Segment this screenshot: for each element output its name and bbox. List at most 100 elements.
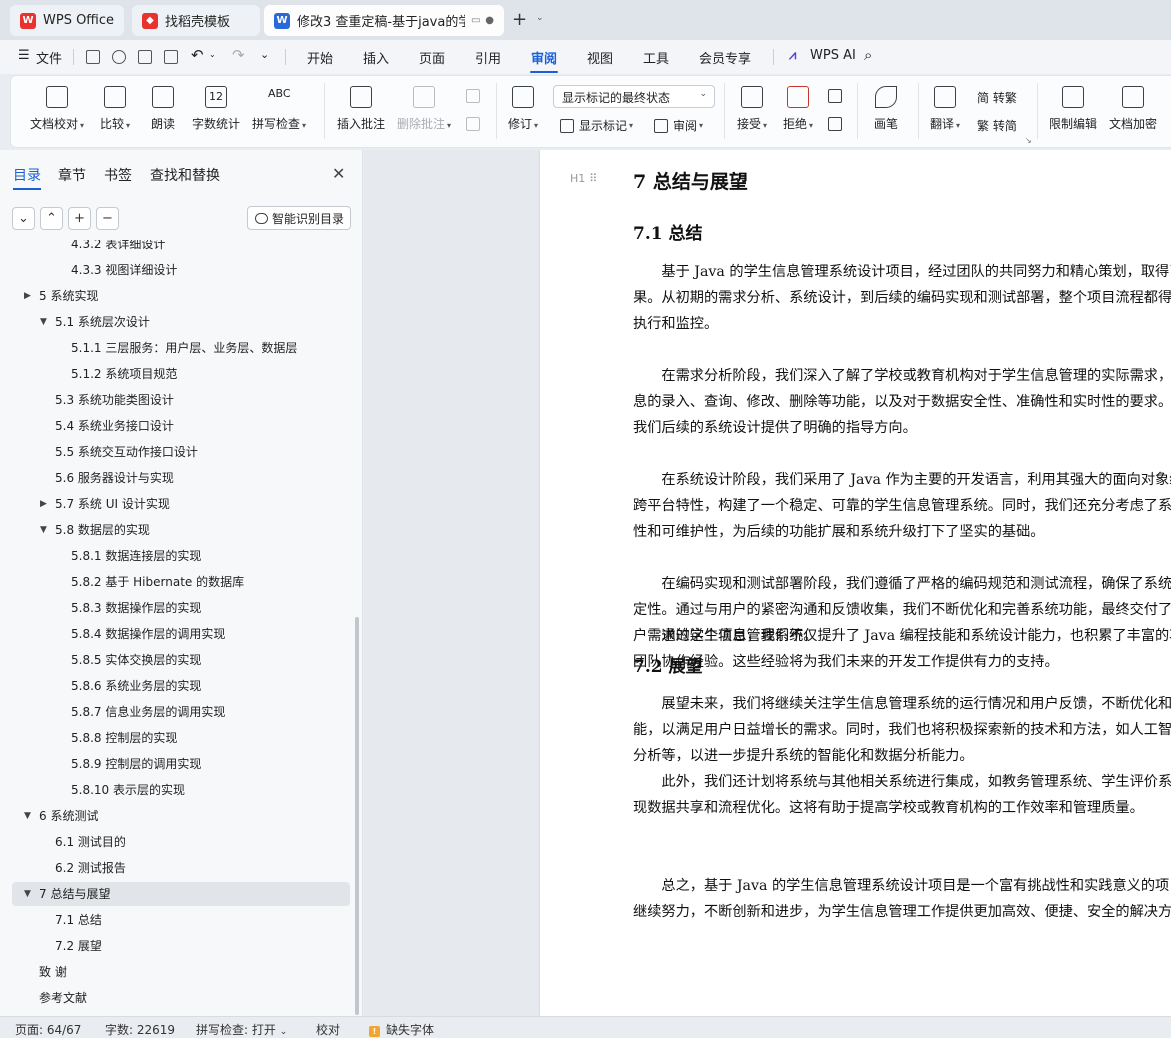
- word-count-button[interactable]: 12 字数统计: [192, 86, 240, 132]
- translate-button[interactable]: 翻译 ▾: [930, 86, 960, 132]
- share-icon[interactable]: [112, 50, 126, 64]
- tab-docer[interactable]: ◆ 找稻壳模板: [132, 5, 260, 36]
- to-simplified-button[interactable]: 繁 转简: [977, 117, 1017, 134]
- menu-tools[interactable]: 工具: [643, 48, 669, 67]
- spell-check-button[interactable]: ABC 拼写检查 ▾: [252, 86, 306, 132]
- proof-status[interactable]: 校对: [316, 1021, 340, 1038]
- next-comment-button[interactable]: [466, 117, 485, 131]
- toc-item[interactable]: 6.2 测试报告: [12, 856, 350, 880]
- show-markup-button[interactable]: 显示标记 ▾: [560, 117, 633, 134]
- print-preview-icon[interactable]: [164, 50, 178, 64]
- toc-item[interactable]: 4.3.3 视图详细设计: [12, 258, 350, 282]
- prev-comment-button[interactable]: [466, 89, 485, 103]
- prev-revision-button[interactable]: [828, 89, 847, 103]
- toc-item[interactable]: 5.3 系统功能类图设计: [12, 388, 350, 412]
- restrict-edit-button[interactable]: 限制编辑: [1049, 86, 1097, 132]
- menu-reference[interactable]: 引用: [475, 48, 501, 67]
- close-icon[interactable]: ✕: [332, 164, 345, 183]
- delete-comment-button[interactable]: 删除批注 ▾: [397, 86, 451, 132]
- toc-item[interactable]: ▼ 5.1 系统层次设计: [12, 310, 350, 334]
- smart-toc-button[interactable]: 智能识别目录: [247, 206, 351, 230]
- heading-handle-icon[interactable]: H1 ⠿: [570, 172, 597, 185]
- remove-heading-button[interactable]: −: [96, 207, 119, 230]
- compare-button[interactable]: 比较 ▾: [100, 86, 130, 132]
- tab-document[interactable]: W 修改3 查重定稿-基于java的学 ▭ ●: [264, 5, 504, 36]
- toc-item[interactable]: 5.8.4 数据操作层的调用实现: [12, 622, 350, 646]
- toc-item[interactable]: ▶ 5 系统实现: [12, 284, 350, 308]
- insert-comment-button[interactable]: 插入批注: [337, 86, 385, 132]
- review-pane-button[interactable]: 审阅 ▾: [654, 117, 703, 134]
- toc-item[interactable]: 7.1 总结: [12, 908, 350, 932]
- menu-insert[interactable]: 插入: [363, 48, 389, 67]
- to-traditional-button[interactable]: 简 转繁: [977, 89, 1017, 106]
- expand-up-button[interactable]: ⌃: [40, 207, 63, 230]
- revise-button[interactable]: 修订 ▾: [508, 86, 538, 132]
- encrypt-button[interactable]: 文档加密: [1109, 86, 1157, 132]
- toc-item[interactable]: 5.5 系统交互动作接口设计: [12, 440, 350, 464]
- menu-file[interactable]: 文件: [36, 48, 62, 67]
- nav-tab-bookmarks[interactable]: 书签: [104, 165, 132, 185]
- toc-item[interactable]: 5.8.6 系统业务层的实现: [12, 674, 350, 698]
- read-aloud-button[interactable]: 朗读: [151, 86, 175, 132]
- toc-item[interactable]: 参考文献: [12, 986, 350, 1010]
- menu-page[interactable]: 页面: [419, 48, 445, 67]
- spell-check-status[interactable]: 拼写检查: 打开 ⌄: [196, 1021, 287, 1038]
- toc-item[interactable]: 6.1 测试目的: [12, 830, 350, 854]
- toc-item[interactable]: ▶ 5.7 系统 UI 设计实现: [12, 492, 350, 516]
- toc-item[interactable]: 5.8.10 表示层的实现: [12, 778, 350, 802]
- toc-item[interactable]: 5.1.2 系统项目规范: [12, 362, 350, 386]
- tab-close-icon[interactable]: ●: [485, 15, 494, 26]
- menu-member[interactable]: 会员专享: [699, 48, 751, 67]
- new-tab-icon[interactable]: +: [512, 9, 527, 30]
- accept-button[interactable]: 接受 ▾: [737, 86, 767, 132]
- print-icon[interactable]: [138, 50, 152, 64]
- page-indicator[interactable]: 页面: 64/67: [15, 1021, 81, 1038]
- toc-item[interactable]: 5.8.3 数据操作层的实现: [12, 596, 350, 620]
- toc-item[interactable]: ▼ 7 总结与展望: [12, 882, 350, 906]
- toc-item[interactable]: 5.1.1 三层服务：用户层、业务层、数据层: [12, 336, 350, 360]
- toc-item[interactable]: 5.6 服务器设计与实现: [12, 466, 350, 490]
- toc-item[interactable]: 5.4 系统业务接口设计: [12, 414, 350, 438]
- search-icon[interactable]: ⌕: [864, 46, 872, 64]
- caret-right-icon[interactable]: ▶: [40, 492, 47, 516]
- toc-item[interactable]: ▼ 6 系统测试: [12, 804, 350, 828]
- toc-item[interactable]: ▼ 5.8 数据层的实现: [12, 518, 350, 542]
- caret-down-icon[interactable]: ▼: [24, 804, 31, 828]
- nav-tab-chapters[interactable]: 章节: [58, 165, 86, 185]
- toc-item[interactable]: 5.8.7 信息业务层的调用实现: [12, 700, 350, 724]
- toc-item[interactable]: 5.8.5 实体交换层的实现: [12, 648, 350, 672]
- word-count-indicator[interactable]: 字数: 22619: [105, 1021, 175, 1038]
- doc-proof-button[interactable]: 文档校对 ▾: [30, 86, 84, 132]
- reject-button[interactable]: 拒绝 ▾: [783, 86, 813, 132]
- caret-down-icon[interactable]: ▼: [40, 310, 47, 334]
- nav-tab-toc[interactable]: 目录: [13, 165, 41, 185]
- menu-wps-ai[interactable]: WPS AI: [810, 48, 856, 63]
- toc-item[interactable]: 4.3.2 表详细设计: [12, 240, 350, 256]
- toc-item[interactable]: 5.8.2 基于 Hibernate 的数据库: [12, 570, 350, 594]
- add-heading-button[interactable]: +: [68, 207, 91, 230]
- next-revision-button[interactable]: [828, 117, 847, 131]
- toc-item[interactable]: 5.8.9 控制层的调用实现: [12, 752, 350, 776]
- menu-view[interactable]: 视图: [587, 48, 613, 67]
- save-icon[interactable]: [86, 50, 100, 64]
- chevron-down-icon[interactable]: ⌄: [536, 13, 544, 23]
- nav-tab-find-replace[interactable]: 查找和替换: [150, 165, 220, 185]
- nav-scrollbar[interactable]: [355, 617, 359, 1015]
- pen-button[interactable]: 画笔: [874, 86, 898, 132]
- collapse-all-button[interactable]: ⌄: [12, 207, 35, 230]
- more-quick-icon[interactable]: ⌄: [260, 48, 269, 61]
- expand-group-icon[interactable]: ↘: [1025, 136, 1032, 145]
- caret-right-icon[interactable]: ▶: [24, 284, 31, 308]
- toc-item[interactable]: 致 谢: [12, 960, 350, 984]
- missing-font-status[interactable]: ! 缺失字体: [369, 1021, 434, 1038]
- caret-down-icon[interactable]: ▼: [40, 518, 47, 542]
- toc-item[interactable]: 7.2 展望: [12, 934, 350, 958]
- menu-review[interactable]: 审阅: [531, 48, 557, 67]
- toc-item[interactable]: 5.8.8 控制层的实现: [12, 726, 350, 750]
- undo-dropdown-icon[interactable]: ⌄: [209, 50, 216, 59]
- caret-down-icon[interactable]: ▼: [24, 882, 31, 906]
- redo-icon[interactable]: ↷: [232, 46, 245, 64]
- undo-icon[interactable]: ↶: [191, 46, 204, 64]
- menu-home[interactable]: 开始: [307, 48, 333, 67]
- markup-display-select[interactable]: 显示标记的最终状态 ⌄: [553, 85, 715, 108]
